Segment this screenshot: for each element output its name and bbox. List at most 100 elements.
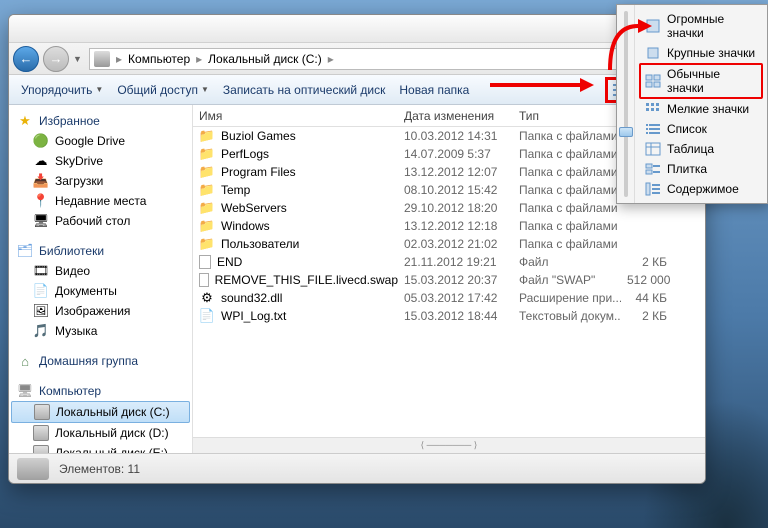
view-size-slider[interactable]	[617, 5, 635, 203]
horizontal-scrollbar[interactable]: ⟨ ─────── ⟩	[193, 437, 705, 453]
sidebar-item-label: Документы	[55, 284, 117, 298]
view-option-icon	[645, 19, 661, 33]
sidebar-item-label: Локальный диск (E:)	[55, 446, 168, 453]
sidebar-item-library[interactable]: 📄Документы	[9, 281, 192, 301]
chevron-right-icon[interactable]: ▸	[324, 52, 338, 66]
view-option-label: Мелкие значки	[667, 102, 749, 116]
view-option-icon	[645, 162, 661, 176]
file-type: Папка с файлами	[513, 129, 621, 143]
back-button[interactable]: ←	[13, 46, 39, 72]
arrow-left-icon: ←	[20, 51, 33, 66]
fav-icon: 📍	[33, 193, 49, 209]
sidebar-item-label: Локальный диск (D:)	[55, 426, 169, 440]
library-item-icon: 🎞	[33, 263, 49, 279]
sidebar-item-drive[interactable]: Локальный диск (C:)	[11, 401, 190, 423]
view-option-icon	[645, 122, 661, 136]
file-type: Расширение при...	[513, 291, 621, 305]
file-date: 02.03.2012 21:02	[398, 237, 513, 251]
sidebar-item-favorite[interactable]: 🟢 Google Drive	[9, 131, 192, 151]
view-option-icon	[645, 46, 661, 60]
status-bar: Элементов: 11	[9, 453, 705, 483]
file-date: 14.07.2009 5:37	[398, 147, 513, 161]
library-icon: 🗂	[17, 243, 33, 259]
arrow-right-icon: →	[50, 51, 63, 66]
file-date: 21.11.2012 19:21	[398, 255, 513, 269]
sidebar-item-label: Google Drive	[55, 134, 125, 148]
sidebar-item-favorite[interactable]: 📍 Недавние места	[9, 191, 192, 211]
sidebar-item-drive[interactable]: Локальный диск (D:)	[9, 423, 192, 443]
burn-button[interactable]: Записать на оптический диск	[219, 81, 390, 99]
libraries-header[interactable]: 🗂 Библиотеки	[9, 241, 192, 261]
file-date: 10.03.2012 14:31	[398, 129, 513, 143]
sidebar-item-favorite[interactable]: 📥Загрузки	[9, 171, 192, 191]
view-option-label: Огромные значки	[667, 12, 757, 40]
sidebar-item-favorite[interactable]: 🖥Рабочий стол	[9, 211, 192, 231]
file-name: Program Files	[221, 165, 296, 179]
file-name: WebServers	[221, 201, 287, 215]
sidebar-item-drive[interactable]: Локальный диск (E:)	[9, 443, 192, 453]
file-icon	[199, 255, 211, 269]
table-row[interactable]: 📁Windows13.12.2012 12:18Папка с файлами	[193, 217, 705, 235]
new-folder-button[interactable]: Новая папка	[395, 81, 473, 99]
homegroup-label: Домашняя группа	[39, 354, 138, 368]
view-mode-option[interactable]: Содержимое	[639, 179, 763, 199]
view-option-icon	[645, 142, 661, 156]
homegroup-header[interactable]: ⌂ Домашняя группа	[9, 351, 192, 371]
chevron-right-icon[interactable]: ▸	[112, 52, 126, 66]
view-option-label: Плитка	[667, 162, 707, 176]
sidebar-item-label: Недавние места	[55, 194, 146, 208]
view-option-label: Список	[667, 122, 707, 136]
column-date[interactable]: Дата изменения	[398, 109, 513, 123]
file-name: Buziol Games	[221, 129, 296, 143]
file-icon	[199, 273, 209, 287]
history-dropdown[interactable]: ▼	[73, 54, 85, 64]
view-mode-option[interactable]: Таблица	[639, 139, 763, 159]
sidebar-item-library[interactable]: 🖼Изображения	[9, 301, 192, 321]
view-option-label: Содержимое	[667, 182, 739, 196]
sidebar-item-favorite[interactable]: ☁SkyDrive	[9, 151, 192, 171]
forward-button[interactable]: →	[43, 46, 69, 72]
view-mode-option[interactable]: Мелкие значки	[639, 99, 763, 119]
share-menu[interactable]: Общий доступ ▼	[113, 81, 213, 99]
title-bar[interactable]	[9, 15, 705, 43]
fav-icon: 🟢	[33, 133, 49, 149]
view-mode-option[interactable]: Список	[639, 119, 763, 139]
file-name: Windows	[221, 219, 270, 233]
file-date: 08.10.2012 15:42	[398, 183, 513, 197]
crumb-drive-c[interactable]: Локальный диск (C:)	[208, 52, 322, 66]
slider-thumb[interactable]	[619, 127, 633, 137]
burn-label: Записать на оптический диск	[223, 83, 386, 97]
drive-status-icon	[17, 458, 49, 480]
chevron-right-icon[interactable]: ▸	[192, 52, 206, 66]
sidebar-item-library[interactable]: 🎵Музыка	[9, 321, 192, 341]
view-mode-option[interactable]: Плитка	[639, 159, 763, 179]
computer-header[interactable]: 🖥 Компьютер	[9, 381, 192, 401]
view-mode-option[interactable]: Крупные значки	[639, 43, 763, 63]
file-date: 13.12.2012 12:18	[398, 219, 513, 233]
table-row[interactable]: ⚙sound32.dll05.03.2012 17:42Расширение п…	[193, 289, 705, 307]
organize-label: Упорядочить	[21, 83, 92, 97]
view-mode-option[interactable]: Огромные значки	[639, 9, 763, 43]
table-row[interactable]: 📄WPI_Log.txt15.03.2012 18:44Текстовый до…	[193, 307, 705, 325]
new-folder-label: Новая папка	[399, 83, 469, 97]
chevron-down-icon: ▼	[201, 85, 209, 94]
sidebar-item-label: Загрузки	[55, 174, 103, 188]
table-row[interactable]: 📁Пользователи02.03.2012 21:02Папка с фай…	[193, 235, 705, 253]
file-name: END	[217, 255, 242, 269]
table-row[interactable]: REMOVE_THIS_FILE.livecd.swap15.03.2012 2…	[193, 271, 705, 289]
crumb-computer[interactable]: Компьютер	[128, 52, 190, 66]
view-mode-option[interactable]: Обычные значки	[639, 63, 763, 99]
drive-icon	[33, 445, 49, 453]
column-type[interactable]: Тип	[513, 109, 621, 123]
sidebar-item-library[interactable]: 🎞 Видео	[9, 261, 192, 281]
breadcrumb[interactable]: ▸ Компьютер ▸ Локальный диск (C:) ▸	[89, 48, 673, 70]
table-row[interactable]: END21.11.2012 19:21Файл2 КБ	[193, 253, 705, 271]
favorites-header[interactable]: ★ Избранное	[9, 111, 192, 131]
file-size: 44 КБ	[621, 291, 673, 305]
sidebar-item-label: Видео	[55, 264, 90, 278]
column-name[interactable]: Имя	[193, 109, 398, 123]
organize-menu[interactable]: Упорядочить ▼	[17, 81, 107, 99]
star-icon: ★	[17, 113, 33, 129]
file-name: PerfLogs	[221, 147, 269, 161]
folder-icon: 📁	[199, 200, 215, 216]
